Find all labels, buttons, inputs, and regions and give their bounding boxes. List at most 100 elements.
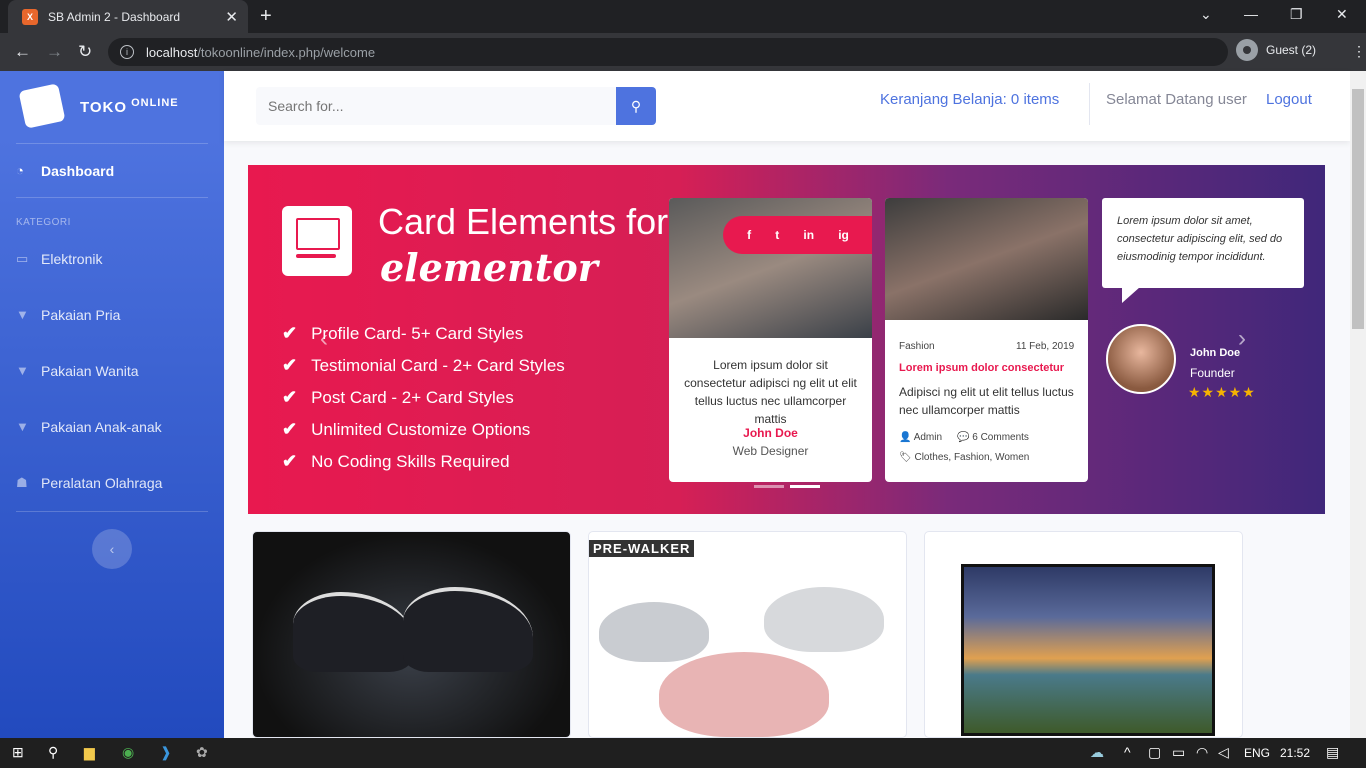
cart-link[interactable]: Keranjang Belanja: 0 items [880,91,1059,108]
brand-main: TOKO [80,98,128,116]
feature-text: Testimonial Card - 2+ Card Styles [311,355,565,375]
tachometer-icon: ◔ [16,163,24,178]
running-icon: ☗ [16,475,28,490]
battery-icon[interactable]: ▭ [1172,744,1185,761]
profile-role: Web Designer [732,444,809,458]
post-card: Fashion 11 Feb, 2019 Lorem ipsum dolor c… [885,198,1088,482]
check-icon: ✔ [282,323,298,343]
meet-icon[interactable]: ▢ [1148,744,1161,761]
vscode-icon[interactable]: ❱ [160,744,172,761]
check-icon: ✔ [282,387,298,407]
post-author: 👤 Admin [899,432,942,443]
testimonial-quote: Lorem ipsum dolor sit amet, consectetur … [1102,198,1304,288]
check-icon: ✔ [282,451,298,471]
search-icon[interactable]: ⚲ [48,744,58,761]
product-image [659,652,829,737]
file-explorer-icon[interactable]: ▆ [84,744,95,761]
sidebar: TOKO ONLINE ◔ Dashboard KATEGORI ▭ Elektr… [0,71,224,738]
shirt-icon: ▼ [16,363,29,378]
app-icon[interactable]: ✿ [196,744,208,761]
profile-button[interactable]: Guest (2) [1236,39,1316,61]
chevron-left-icon: ‹ [109,541,115,557]
tab-close-icon[interactable]: ✕ [225,8,238,26]
product-image [403,587,533,672]
forward-icon[interactable]: → [46,42,63,62]
sidebar-item-label: Pakaian Wanita [41,363,139,379]
store-logo-icon [18,83,66,129]
info-icon[interactable]: i [120,45,134,59]
testimonial-avatar [1106,324,1176,394]
feature-text: Profile Card- 5+ Card Styles [311,323,524,343]
topbar-divider [1089,83,1090,125]
language-indicator[interactable]: ENG [1244,746,1270,760]
search-button[interactable]: ⚲ [616,87,656,125]
back-icon[interactable]: ← [14,42,31,62]
reload-icon[interactable]: ↻ [78,42,92,62]
sidebar-item-pakaian-anak[interactable]: ▼ Pakaian Anak-anak [16,419,162,435]
welcome-text: Selamat Datang user [1106,91,1247,108]
linkedin-icon[interactable]: in [803,228,814,242]
twitter-icon[interactable]: t [775,228,779,242]
wifi-icon[interactable]: ◠ [1196,744,1208,761]
feature-text: Post Card - 2+ Card Styles [311,387,514,407]
banner-subtitle: elementor [380,245,598,290]
carousel-next-icon[interactable]: › [1238,325,1246,353]
search-input[interactable] [256,87,616,125]
url-bar[interactable]: i localhost/tokoonline/index.php/welcome [108,38,1228,66]
sidebar-toggle-button[interactable]: ‹ [92,529,132,569]
clock[interactable]: 21:52 [1280,746,1310,760]
sidebar-item-elektronik[interactable]: ▭ Elektronik [16,251,102,267]
carousel-prev-icon[interactable]: ‹ [320,325,328,353]
search-icon: ⚲ [630,97,642,114]
tv-screen [964,567,1212,733]
logout-link[interactable]: Logout [1266,91,1312,108]
brand-sup: ONLINE [131,96,179,109]
sidebar-item-pakaian-pria[interactable]: ▼ Pakaian Pria [16,307,120,323]
url-text[interactable]: localhost/tokoonline/index.php/welcome [146,45,375,60]
feature-text: Unlimited Customize Options [311,419,531,439]
image-icon [282,206,352,276]
product-card[interactable] [252,531,571,738]
sidebar-item-label: Elektronik [41,251,103,267]
browser-tab-strip: X SB Admin 2 - Dashboard ✕ + ⌄ — ❐ ✕ [0,0,1366,33]
chrome-icon[interactable]: ◉ [122,744,134,761]
scrollbar-thumb[interactable] [1352,89,1364,329]
profile-card: f t in ig Lorem ipsum dolor sit consecte… [669,198,872,482]
carousel-dot-active[interactable] [790,485,820,488]
product-card[interactable] [924,531,1243,738]
profile-text: Lorem ipsum dolor sit consectetur adipis… [684,358,857,426]
sidebar-item-pakaian-wanita[interactable]: ▼ Pakaian Wanita [16,363,139,379]
sidebar-item-peralatan-olahraga[interactable]: ☗ Peralatan Olahraga [16,475,162,491]
sidebar-item-dashboard[interactable]: ◔ Dashboard [16,163,114,179]
tab-search-icon[interactable]: ⌄ [1200,6,1212,23]
instagram-icon[interactable]: ig [838,228,849,242]
page-scrollbar[interactable] [1350,71,1366,738]
feature-item: ✔ Profile Card- 5+ Card Styles [282,323,523,344]
brand[interactable]: TOKO ONLINE [18,83,179,129]
minimize-icon[interactable]: — [1244,6,1258,22]
post-date: 11 Feb, 2019 [1016,341,1075,352]
sidebar-item-label: Dashboard [41,163,115,179]
chevron-up-icon[interactable]: ^ [1124,744,1131,760]
sidebar-item-label: Pakaian Pria [41,307,121,323]
avatar-icon [1236,39,1258,61]
post-title[interactable]: Lorem ipsum dolor consectetur [899,362,1064,374]
sidebar-item-label: Peralatan Olahraga [41,475,163,491]
close-window-icon[interactable]: ✕ [1336,6,1348,23]
notification-icon[interactable]: ▤ [1326,744,1339,761]
maximize-icon[interactable]: ❐ [1290,6,1303,23]
carousel-dot[interactable] [754,485,784,488]
browser-tab[interactable]: X SB Admin 2 - Dashboard ✕ [8,0,248,33]
volume-icon[interactable]: ◁ [1218,744,1229,761]
social-links: f t in ig [723,216,872,254]
windows-start-icon[interactable]: ⊞ [12,744,24,761]
menu-icon[interactable]: ⋮ [1352,43,1366,60]
tags-text: Clothes, Fashion, Women [914,452,1030,463]
post-tags: 🏷 Clothes, Fashion, Women [899,452,1029,463]
testimonial-name: John Doe [1190,347,1241,359]
profile-label: Guest (2) [1266,43,1317,57]
product-card[interactable]: PRE-WALKER [588,531,907,738]
new-tab-button[interactable]: + [260,5,272,28]
weather-icon[interactable]: ☁ [1090,744,1104,761]
facebook-icon[interactable]: f [747,228,751,242]
